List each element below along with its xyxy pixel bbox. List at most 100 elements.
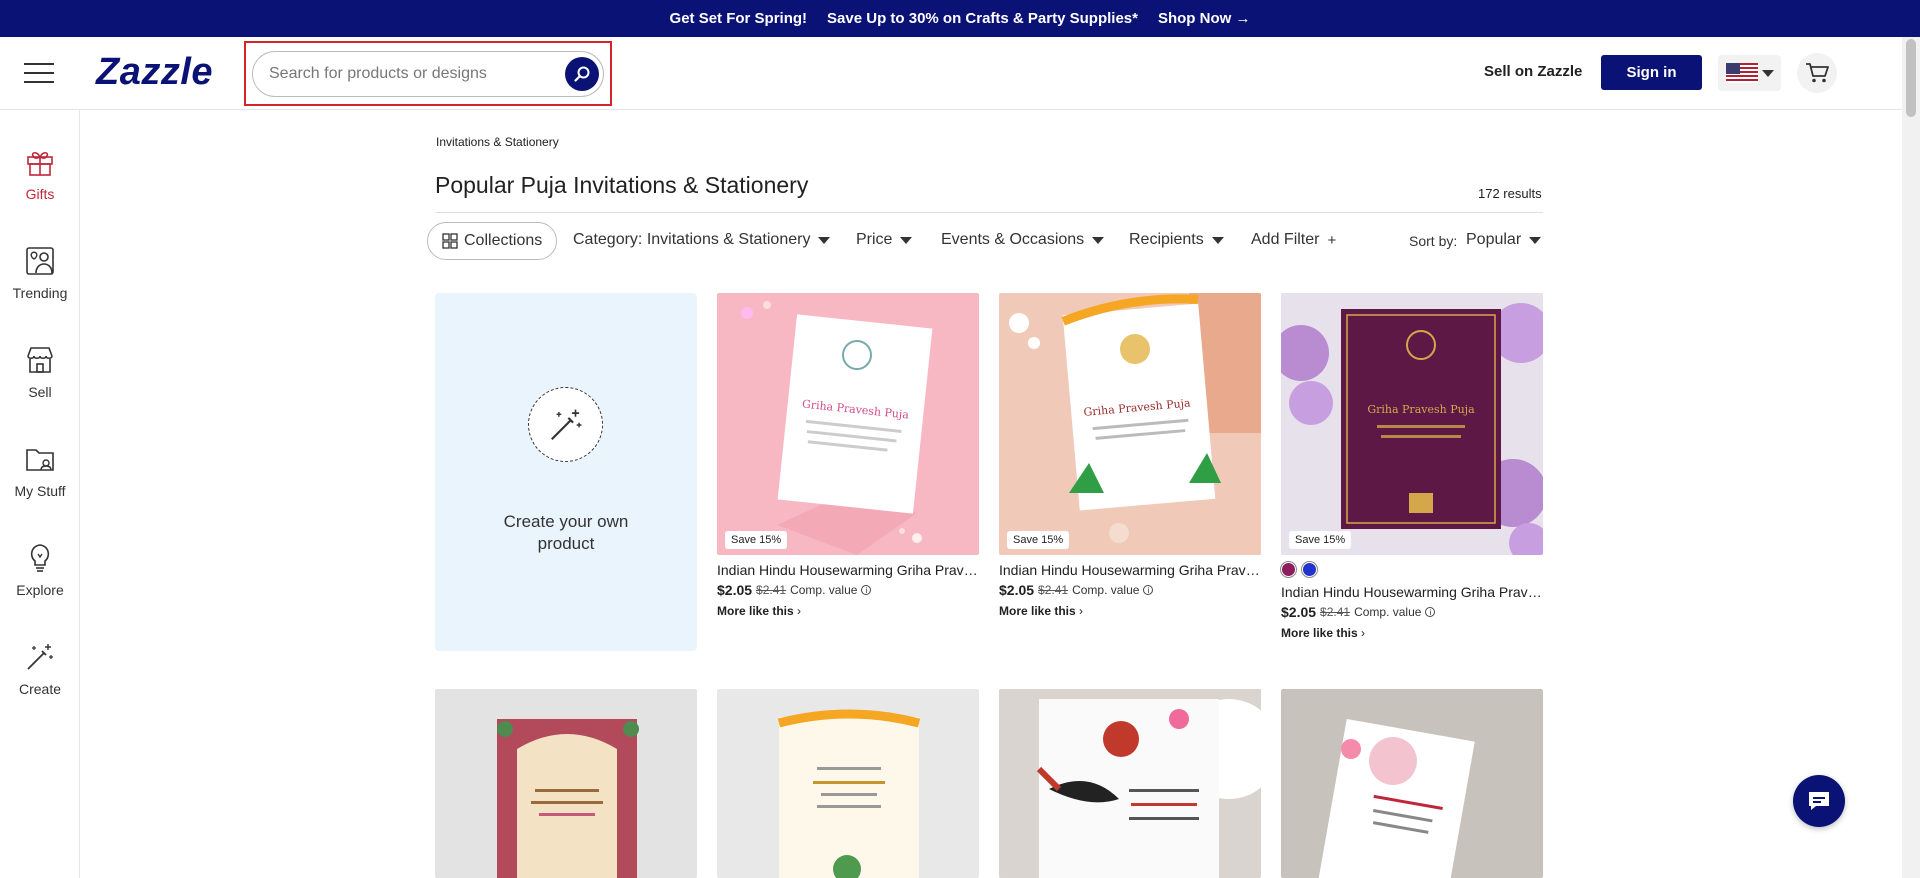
sidebar-item-sell[interactable]: Sell	[0, 342, 80, 400]
product-card[interactable]	[1281, 689, 1543, 878]
chevron-down-icon	[1211, 236, 1224, 244]
promo-offer: Save Up to 30% on Crafts & Party Supplie…	[827, 10, 1138, 27]
sidebar-item-label: Sell	[28, 384, 52, 400]
cart-button[interactable]	[1797, 53, 1837, 93]
product-image[interactable]	[999, 689, 1261, 878]
folder-icon	[22, 441, 58, 477]
search-input[interactable]	[269, 52, 559, 96]
search-button[interactable]	[565, 57, 599, 91]
product-card[interactable]: Griha Pravesh Puja Save 15% Indian Hindu…	[717, 293, 979, 618]
sort-label: Sort by:	[1409, 233, 1458, 249]
product-image[interactable]: Griha Pravesh Puja Save 15%	[717, 293, 979, 555]
filter-bar: Collections Category: Invitations & Stat…	[427, 222, 1547, 260]
menu-icon[interactable]	[24, 63, 54, 83]
price-filter[interactable]: Price	[856, 231, 913, 249]
events-filter[interactable]: Events & Occasions	[941, 231, 1105, 249]
more-like-this-link[interactable]: More like this	[1281, 626, 1543, 640]
search-icon	[574, 66, 590, 82]
breadcrumb[interactable]: Invitations & Stationery	[436, 135, 559, 149]
promo-banner[interactable]: Get Set For Spring! Save Up to 30% on Cr…	[0, 0, 1920, 37]
collections-label: Collections	[464, 232, 543, 249]
sidebar-item-label: Trending	[12, 285, 68, 301]
sidebar-item-explore[interactable]: Explore	[0, 540, 80, 598]
product-card[interactable]	[435, 689, 697, 878]
sale-price: $2.05	[717, 582, 753, 598]
sidebar-item-my-stuff[interactable]: My Stuff	[0, 441, 80, 499]
search-bar	[252, 51, 604, 97]
category-filter[interactable]: Category: Invitations & Stationery	[573, 231, 831, 249]
product-image[interactable]: Griha Pravesh Puja Save 15%	[999, 293, 1261, 555]
chat-icon	[1809, 792, 1829, 810]
product-image[interactable]	[435, 689, 697, 878]
original-price: $2.41	[756, 583, 787, 597]
comp-value-label: Comp. value	[1354, 605, 1422, 619]
product-card[interactable]	[717, 689, 979, 878]
promo-shop-now-link[interactable]: Shop Now →	[1158, 10, 1251, 27]
country-selector[interactable]	[1718, 55, 1781, 91]
grid-icon	[442, 233, 458, 249]
sort-dropdown[interactable]: Popular	[1466, 231, 1542, 249]
product-image[interactable]	[717, 689, 979, 878]
chevron-down-icon	[818, 236, 831, 244]
store-icon	[22, 342, 58, 378]
product-card[interactable]: Griha Pravesh Puja Save 15% Indian Hindu…	[999, 293, 1261, 618]
sale-price: $2.05	[1281, 604, 1317, 620]
us-flag-icon	[1725, 63, 1758, 83]
collections-button[interactable]: Collections	[427, 222, 558, 260]
info-icon[interactable]: i	[1425, 607, 1436, 617]
product-title[interactable]: Indian Hindu Housewarming Griha Prave...	[999, 562, 1261, 578]
create-text: Create your own product	[435, 511, 697, 555]
page-scrollbar[interactable]	[1902, 37, 1920, 878]
chevron-down-icon	[900, 236, 913, 244]
plus-icon: +	[1327, 231, 1337, 249]
create-line1: Create your own	[503, 512, 629, 531]
zazzle-logo[interactable]: Zazzle	[96, 51, 213, 94]
product-image[interactable]	[1281, 689, 1543, 878]
sidebar-item-label: My Stuff	[14, 483, 66, 499]
product-title[interactable]: Indian Hindu Housewarming Griha Prave...	[1281, 584, 1543, 600]
more-like-this-link[interactable]: More like this	[999, 604, 1261, 618]
more-like-this-link[interactable]: More like this	[717, 604, 979, 618]
add-filter-button[interactable]: Add Filter +	[1251, 231, 1336, 249]
chevron-down-icon	[1529, 236, 1542, 244]
promo-headline: Get Set For Spring!	[669, 10, 808, 27]
divider	[435, 212, 1543, 213]
product-card[interactable]: Griha Pravesh Puja Save 15% Indian Hindu…	[1281, 293, 1543, 640]
color-swatch-blue[interactable]	[1302, 562, 1317, 577]
add-filter-label: Add Filter	[1251, 231, 1320, 248]
sell-on-zazzle-link[interactable]: Sell on Zazzle	[1484, 63, 1582, 80]
wand-icon	[22, 639, 58, 675]
recipients-filter[interactable]: Recipients	[1129, 231, 1224, 249]
comp-value-label: Comp. value	[1072, 583, 1140, 597]
category-filter-label: Category: Invitations & Stationery	[573, 231, 811, 248]
create-your-own-card[interactable]: Create your own product	[435, 293, 697, 651]
trending-icon	[22, 243, 58, 279]
page-title: Popular Puja Invitations & Stationery	[435, 172, 809, 198]
color-swatches	[1281, 562, 1543, 577]
cart-icon	[1806, 63, 1829, 83]
comp-value-label: Comp. value	[790, 583, 858, 597]
color-swatch-magenta[interactable]	[1281, 562, 1296, 577]
create-line2: product	[537, 534, 595, 553]
scrollbar-thumb[interactable]	[1906, 39, 1916, 117]
sidebar-item-trending[interactable]: Trending	[0, 243, 80, 301]
product-price: $2.05 $2.41 Comp. value i	[1281, 604, 1543, 620]
search-highlight	[244, 41, 612, 106]
product-image[interactable]: Griha Pravesh Puja Save 15%	[1281, 293, 1543, 555]
site-header: Zazzle Sell on Zazzle Sign in	[0, 37, 1902, 110]
chevron-down-icon	[1092, 236, 1105, 244]
sidebar-item-gifts[interactable]: Gifts	[0, 144, 80, 202]
info-icon[interactable]: i	[861, 585, 872, 595]
sign-in-button[interactable]: Sign in	[1601, 55, 1702, 90]
left-sidebar: Gifts Trending Sell My Stuff Explore Cre…	[0, 110, 80, 878]
save-badge: Save 15%	[725, 531, 788, 549]
sidebar-item-create[interactable]: Create	[0, 639, 80, 697]
product-title[interactable]: Indian Hindu Housewarming Griha Prave...	[717, 562, 979, 578]
chat-button[interactable]	[1793, 775, 1845, 827]
info-icon[interactable]: i	[1143, 585, 1154, 595]
product-price: $2.05 $2.41 Comp. value i	[717, 582, 979, 598]
price-filter-label: Price	[856, 231, 893, 248]
wand-icon	[550, 409, 581, 440]
product-card[interactable]	[999, 689, 1261, 878]
original-price: $2.41	[1038, 583, 1069, 597]
